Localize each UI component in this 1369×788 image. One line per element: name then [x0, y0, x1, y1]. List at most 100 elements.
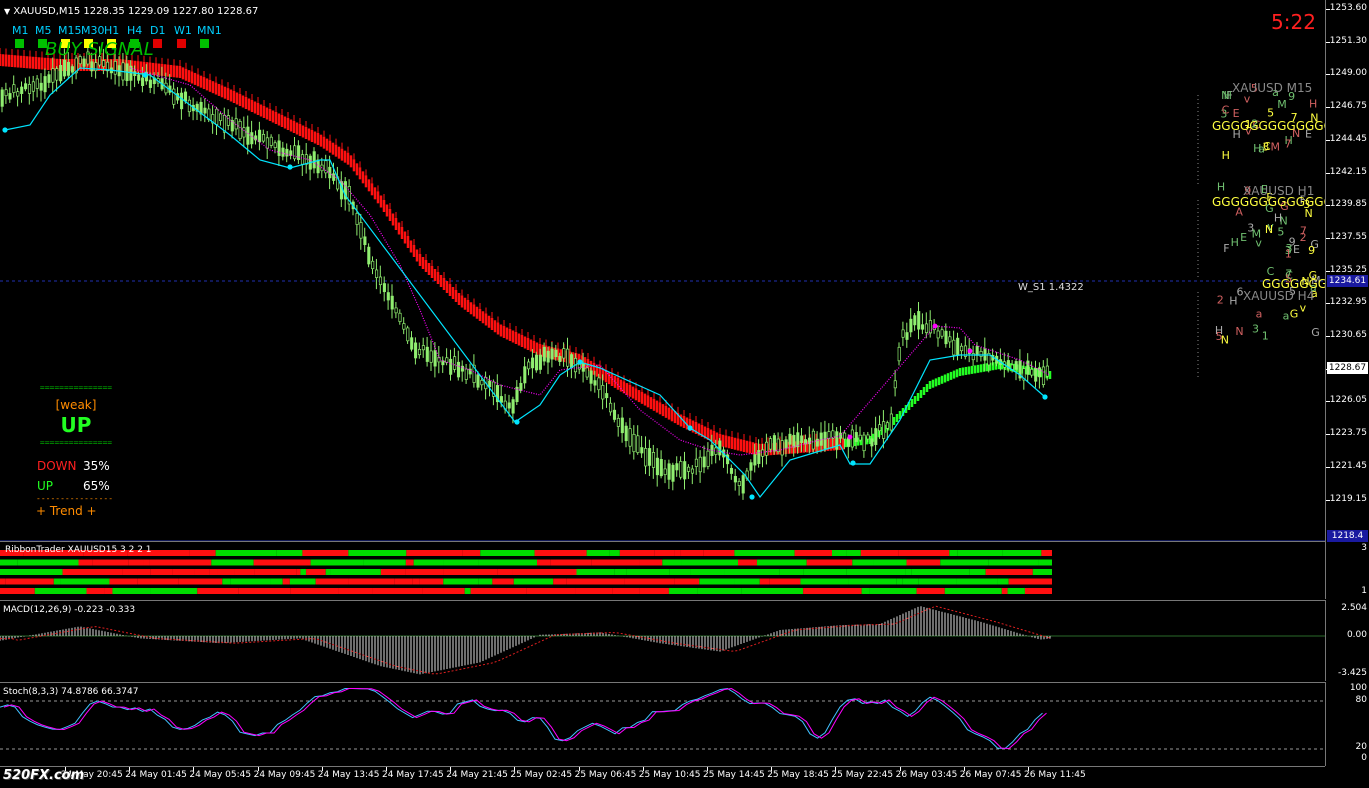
candle-body: [250, 132, 254, 145]
ribbon-segment: [53, 578, 61, 585]
ribbon-segment: [189, 550, 216, 556]
candle-body: [683, 461, 687, 480]
ribbon-segment: [143, 559, 150, 566]
candle-body: [113, 61, 117, 75]
strength-panel: =============== [weak] UP ==============…: [36, 383, 116, 448]
candle-body: [246, 126, 250, 145]
ribbon-segment: [34, 588, 87, 594]
candle-body: [1034, 367, 1038, 382]
dash-separator: ----------------: [36, 494, 114, 503]
ribbon-segment: [612, 588, 640, 594]
ribbon-segment: [526, 588, 576, 594]
ribbon-segment: [380, 569, 406, 575]
ribbon-segment: [869, 588, 917, 594]
ribbon-segment: [902, 578, 919, 585]
ribbon-segment: [470, 588, 527, 594]
timeframe-label-d1: D1: [150, 24, 166, 37]
candle-body: [702, 456, 706, 468]
candle-body: [737, 481, 741, 486]
ribbon-segment: [861, 588, 870, 594]
ribbon-panel[interactable]: RibbonTrader XAUUSD15 3 2 2 1: [0, 541, 1325, 600]
ribbon-segment: [916, 588, 945, 594]
candle-body: [265, 137, 269, 149]
candle-body: [605, 393, 609, 399]
ribbon-segment: [363, 559, 406, 566]
signal-glyph: 1: [1285, 247, 1292, 260]
cyan-dot: [287, 164, 293, 170]
ribbon-segment: [940, 559, 989, 566]
candle-body: [394, 307, 398, 314]
candle-body: [679, 461, 683, 478]
macd-axis: 2.504 0.00 -3.425: [1325, 600, 1369, 681]
candle-body: [371, 260, 375, 270]
candle-body: [468, 368, 472, 375]
price-axis[interactable]: 1253.60 1251.30 1249.00 1246.75 1244.45 1242.…: [1325, 0, 1369, 542]
macd-panel[interactable]: MACD(12,26,9) -0.223 -0.333: [0, 600, 1325, 682]
candle-body: [230, 120, 234, 132]
timeframe-label-m15: M15: [58, 24, 82, 37]
ribbon-segment: [674, 550, 681, 556]
candle-body: [874, 428, 878, 445]
signal-glyph: E: [1233, 107, 1240, 120]
signal-glyph: 5: [1267, 107, 1274, 120]
time-axis[interactable]: 24 May 20:45 24 May 01:45 24 May 05:45 24 M…: [0, 766, 1325, 788]
price-chart-canvas[interactable]: H5 NC7Ha9HEFEMavNN7HCH13C532HvM3AF323ENFE…: [0, 0, 1325, 541]
candle-body: [269, 136, 273, 146]
ribbon-segment: [873, 559, 907, 566]
candle-body: [659, 459, 663, 477]
magenta-dot: [932, 323, 938, 329]
ribbon-segment: [534, 550, 587, 556]
stoch-panel[interactable]: Stoch(8,3,3) 74.8786 66.3747: [0, 682, 1325, 767]
candle-body: [183, 91, 188, 102]
signal-glyph: C: [1222, 103, 1230, 116]
candle-body: [4, 89, 8, 97]
candle-body: [554, 349, 558, 358]
candle-body: [363, 236, 367, 246]
candle-body: [141, 77, 145, 87]
ribbon-segment: [86, 588, 105, 594]
signal-glyph: H: [1229, 295, 1237, 308]
candle-body: [203, 107, 207, 114]
candle-body: [792, 434, 796, 448]
stoch-axis-20: 20: [1355, 742, 1367, 752]
macd-axis-zero: 0.00: [1346, 630, 1367, 640]
time-axis-label: 24 May 21:45: [446, 770, 508, 780]
candle-body: [878, 424, 882, 432]
ribbon-segment: [800, 578, 849, 585]
timeframe-label-h1: H1: [104, 24, 120, 37]
candle-body: [332, 173, 336, 181]
candle-body: [924, 323, 929, 333]
ribbon-segment: [0, 588, 35, 594]
candle-body: [687, 466, 691, 472]
ribbon-segment: [591, 559, 640, 566]
candle-body: [577, 363, 581, 370]
ribbon-segment: [150, 569, 173, 575]
ribbon-segment: [803, 569, 847, 575]
candle-body: [733, 475, 737, 483]
ribbon-segment: [846, 569, 906, 575]
ribbon-segment: [957, 550, 1003, 556]
candle-body: [359, 222, 363, 239]
ribbon-segment: [209, 569, 218, 575]
main-chart[interactable]: H5NC7Ha9HEFEMavNN7HCH13C532HvM3AF323ENFE…: [0, 0, 1325, 541]
price-axis-label: 1242.15: [1329, 166, 1367, 177]
candle-body: [796, 432, 800, 448]
candle-body: [0, 89, 4, 107]
ribbon-segment: [62, 569, 123, 575]
candle-body: [601, 385, 605, 400]
candle-body: [542, 346, 546, 362]
ribbon-segment: [406, 550, 463, 556]
dropdown-arrow-icon[interactable]: ▼: [4, 7, 10, 16]
candle-body: [449, 358, 453, 375]
candle-body: [901, 329, 905, 338]
price-axis-label: 1239.85: [1329, 199, 1367, 210]
candle-body: [277, 140, 281, 156]
candle-body: [624, 425, 628, 442]
ribbon-segment: [734, 550, 795, 556]
ribbon-segment: [325, 569, 331, 575]
ribbon-segment: [405, 559, 414, 566]
timeframe-label-mn1: MN1: [197, 24, 222, 37]
cyan-dot: [749, 494, 755, 500]
candle-body: [940, 329, 944, 337]
price-axis-label: 1237.55: [1329, 231, 1367, 242]
